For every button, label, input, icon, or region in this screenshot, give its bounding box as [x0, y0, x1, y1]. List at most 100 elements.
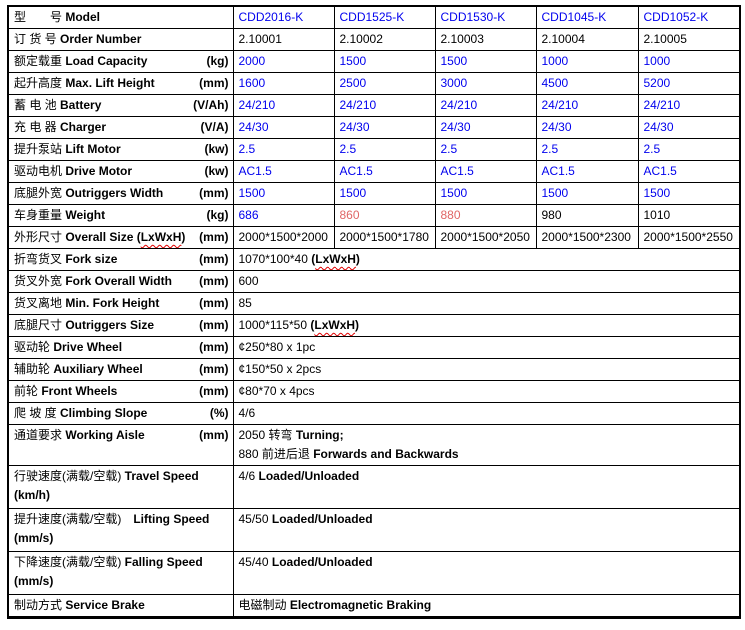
text-segment: AC1.5 [644, 164, 677, 178]
value-travel-speed: 4/6 Loaded/Unloaded [233, 466, 740, 509]
text-segment: Drive Wheel [53, 340, 122, 354]
value-load-capacity-CDD1525-K: 1500 [334, 51, 435, 73]
text-segment: ¢250*80 x 1pc [239, 340, 316, 354]
row-unit-outriggers-width: (mm) [199, 184, 229, 203]
text-segment: 4/6 [239, 406, 256, 420]
value-line: 45/50 Loaded/Unloaded [239, 510, 737, 529]
text-segment: Order Number [60, 32, 141, 46]
value-battery-CDD1525-K: 24/210 [334, 95, 435, 117]
row-label-text: 充 电 器 Charger [14, 118, 106, 137]
text-segment: 2500 [340, 76, 367, 90]
value-order-number-CDD1530-K: 2.10003 [435, 29, 536, 51]
text-segment: 24/30 [441, 120, 471, 134]
text-segment: Front Wheels [41, 384, 117, 398]
text-segment: Min. Fork Height [65, 296, 159, 310]
value-charger-CDD2016-K: 24/30 [233, 117, 334, 139]
row-unit-fork-size: (mm) [199, 250, 229, 269]
text-segment: Outriggers Width [65, 186, 163, 200]
text-segment: 24/210 [239, 98, 276, 112]
row-label-text: 制动方式 Service Brake [14, 598, 145, 612]
spec-row-model: 型 号 ModelCDD2016-KCDD1525-KCDD1530-KCDD1… [8, 6, 740, 29]
row-unit-working-aisle: (mm) [199, 426, 229, 445]
row-unit-auxiliary-wheel: (mm) [199, 360, 229, 379]
text-segment: 2000*1500*1780 [340, 230, 429, 244]
spec-row-working-aisle: 通道要求 Working Aisle(mm)2050 转弯 Turning;88… [8, 425, 740, 466]
value-max-lift-height-CDD2016-K: 1600 [233, 73, 334, 95]
text-segment: Turning; [296, 428, 344, 442]
row-unit-max-lift-height: (mm) [199, 74, 229, 93]
spellcheck-wavy-text: LxWxH [141, 230, 182, 244]
text-segment: 1500 [340, 54, 367, 68]
text-segment: 1070*100*40 [239, 252, 312, 266]
value-line: 880 前进后退 Forwards and Backwards [239, 445, 737, 464]
row-label-text: 驱动轮 Drive Wheel [14, 338, 122, 357]
value-outriggers-width-CDD1525-K: 1500 [334, 183, 435, 205]
row-unit-outriggers-size: (mm) [199, 316, 229, 335]
value-overall-size-CDD1530-K: 2000*1500*2050 [435, 227, 536, 249]
text-segment: Outriggers Size [65, 318, 154, 332]
text-segment: 686 [239, 208, 259, 222]
text-segment: 1000*115*50 [239, 318, 311, 332]
text-segment: 5200 [644, 76, 671, 90]
value-drive-motor-CDD1530-K: AC1.5 [435, 161, 536, 183]
text-segment: Auxiliary Wheel [53, 362, 142, 376]
spec-row-service-brake: 制动方式 Service Brake 电磁制动 Electromagnetic B… [8, 595, 740, 618]
text-segment: 行驶速度(满载/空载) [14, 469, 125, 483]
value-min-fork-height: 85 [233, 293, 740, 315]
text-segment: 外形尺寸 [14, 230, 65, 244]
value-line: 电磁制动 Electromagnetic Braking [239, 596, 737, 615]
row-label-text: 前轮 Front Wheels [14, 382, 117, 401]
value-lift-motor-CDD2016-K: 2.5 [233, 139, 334, 161]
text-segment: Weight [65, 208, 105, 222]
text-segment: 85 [239, 296, 252, 310]
row-label-charger: 充 电 器 Charger(V/A) [8, 117, 233, 139]
text-segment: AC1.5 [441, 164, 474, 178]
value-weight-CDD1045-K: 980 [536, 205, 638, 227]
value-weight-CDD1525-K: 860 [334, 205, 435, 227]
row-label-text: 折弯货叉 Fork size [14, 250, 117, 269]
row-label-order-number: 订 货 号 Order Number [8, 29, 233, 51]
spellcheck-wavy-text: LxWxH [314, 318, 355, 332]
text-segment: 爬 坡 度 [14, 406, 60, 420]
text-segment: CDD1525-K [340, 10, 405, 24]
spec-row-drive-wheel: 驱动轮 Drive Wheel(mm)¢250*80 x 1pc [8, 337, 740, 359]
text-segment: Loaded/Unloaded [272, 512, 373, 526]
row-label-load-capacity: 额定载重 Load Capacity(kg) [8, 51, 233, 73]
text-segment: CDD1045-K [542, 10, 607, 24]
value-lift-motor-CDD1525-K: 2.5 [334, 139, 435, 161]
value-outriggers-width-CDD1052-K: 1500 [638, 183, 740, 205]
text-segment: 2.5 [542, 142, 559, 156]
text-segment: AC1.5 [542, 164, 575, 178]
spec-row-front-wheels: 前轮 Front Wheels(mm)¢80*70 x 4pcs [8, 381, 740, 403]
text-segment: 1500 [340, 186, 367, 200]
spec-row-overall-size: 外形尺寸 Overall Size (LxWxH)(mm)2000*1500*2… [8, 227, 740, 249]
value-drive-motor-CDD1525-K: AC1.5 [334, 161, 435, 183]
value-line: 4/6 [239, 404, 737, 423]
row-label-text: 外形尺寸 Overall Size (LxWxH) [14, 228, 185, 247]
row-label-text: 型 号 Model [14, 10, 100, 24]
text-segment: 2.5 [340, 142, 357, 156]
value-charger-CDD1052-K: 24/30 [638, 117, 740, 139]
value-order-number-CDD1045-K: 2.10004 [536, 29, 638, 51]
text-segment: 4/6 [239, 469, 259, 483]
text-segment: Climbing Slope [60, 406, 147, 420]
text-segment: 辅助轮 [14, 362, 53, 376]
text-segment: 1500 [542, 186, 569, 200]
text-segment: 880 [441, 208, 461, 222]
text-segment: 车身重量 [14, 208, 65, 222]
text-segment: 1600 [239, 76, 266, 90]
text-segment: Lift Motor [65, 142, 120, 156]
value-overall-size-CDD1045-K: 2000*1500*2300 [536, 227, 638, 249]
text-segment: 1000 [644, 54, 671, 68]
value-line: 1070*100*40 (LxWxH) [239, 250, 737, 269]
text-segment: ) [355, 318, 359, 332]
value-charger-CDD1530-K: 24/30 [435, 117, 536, 139]
text-segment: Drive Motor [65, 164, 132, 178]
text-segment: Max. Lift Height [65, 76, 154, 90]
text-segment: 2.5 [441, 142, 458, 156]
value-working-aisle: 2050 转弯 Turning;880 前进后退 Forwards and Ba… [233, 425, 740, 466]
text-segment: 驱动电机 [14, 164, 65, 178]
value-drive-motor-CDD1052-K: AC1.5 [638, 161, 740, 183]
text-segment: 电磁制动 [239, 598, 290, 612]
value-order-number-CDD2016-K: 2.10001 [233, 29, 334, 51]
